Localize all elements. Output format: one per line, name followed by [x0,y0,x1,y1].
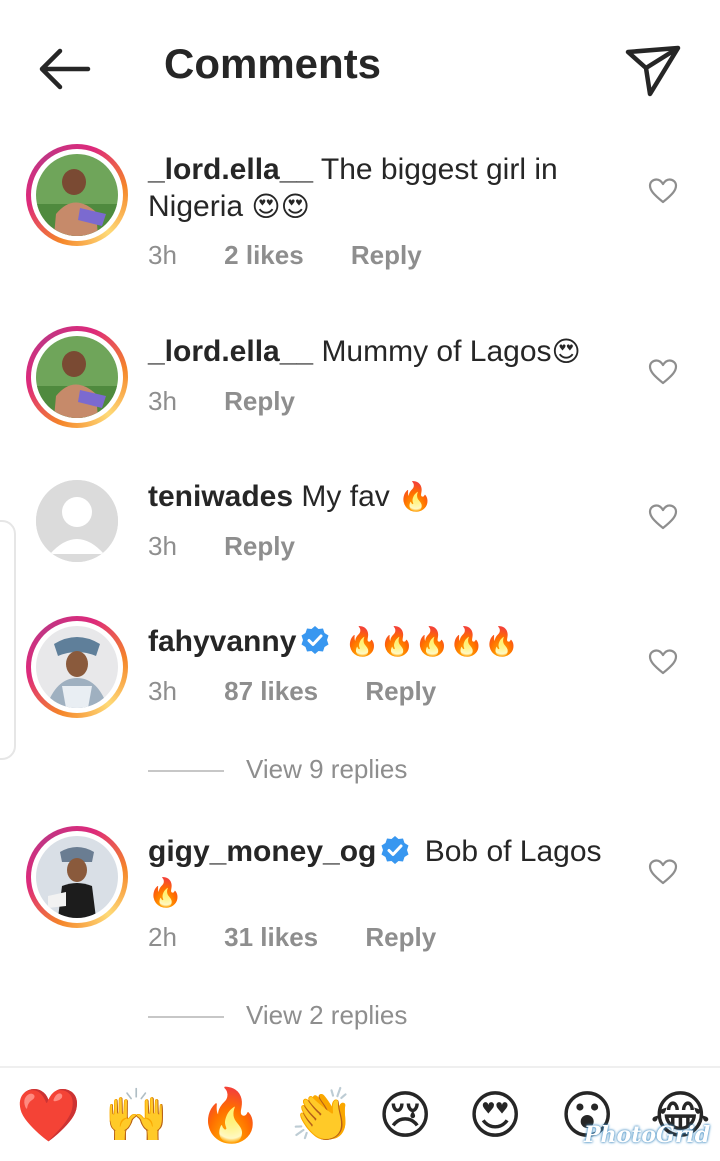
reply-button[interactable]: Reply [365,676,436,706]
view-replies-button[interactable]: View 9 replies [148,754,407,785]
avatar[interactable] [36,480,118,562]
edge-panel-handle[interactable] [0,520,16,760]
paper-plane-icon [625,45,681,97]
reply-button[interactable]: Reply [224,531,295,561]
divider-line [148,1016,224,1019]
arrow-left-icon [39,48,91,90]
emoji-fire-button[interactable]: 🔥 [198,1086,263,1146]
header-bar: Comments [0,0,720,140]
heart-outline-icon [648,859,678,885]
like-button[interactable] [648,177,678,205]
verified-badge-icon [380,835,410,874]
like-button[interactable] [648,503,678,531]
comment-likes[interactable]: 2 likes [224,240,304,270]
comment-text: Bob of Lagos [424,835,602,868]
comment-time: 3h [148,240,177,270]
emoji-raised-hands-button[interactable]: 🙌 [104,1086,169,1146]
comment-emoji: 🔥🔥🔥🔥🔥 [344,625,520,658]
view-replies-button[interactable]: View 2 replies [148,1000,407,1031]
avatar[interactable] [26,326,128,428]
comment-time: 3h [148,386,177,416]
comment-emoji: 🔥 [398,480,433,513]
comment-time: 3h [148,676,177,706]
comment-time: 2h [148,922,177,952]
comment-username[interactable]: fahyvanny [148,625,296,658]
comment-time: 3h [148,531,177,561]
comment-username[interactable]: gigy_money_og [148,835,376,868]
comment-likes[interactable]: 87 likes [224,676,318,706]
page-title: Comments [164,40,382,87]
divider-line [148,770,224,773]
comment-username[interactable]: teniwades [148,480,293,513]
photogrid-watermark: PhotoGrid [584,1122,711,1148]
heart-outline-icon [648,359,678,385]
like-button[interactable] [648,858,678,886]
default-user-icon [36,480,118,562]
comment-emoji: 😍😍 [251,190,310,223]
comment-text: My fav [301,480,390,513]
reply-button[interactable]: Reply [365,922,436,952]
avatar-photo-icon [36,836,118,918]
heart-outline-icon [648,649,678,675]
view-replies-label: View 9 replies [246,754,408,784]
emoji-clap-button[interactable]: 👏 [290,1086,355,1146]
comment-emoji: 🔥 [148,876,183,909]
reply-button[interactable]: Reply [351,240,422,270]
back-button[interactable] [34,44,94,94]
comment-likes[interactable]: 31 likes [224,922,318,952]
comment-username[interactable]: _lord.ella__ [148,153,313,186]
avatar[interactable] [26,826,128,928]
comment-emoji: 😍 [551,335,581,368]
verified-badge-icon [300,625,330,664]
heart-outline-icon [648,178,678,204]
comment-username[interactable]: _lord.ella__ [148,335,313,368]
heart-outline-icon [648,504,678,530]
view-replies-label: View 2 replies [246,1000,408,1030]
share-button[interactable] [622,40,684,100]
comment-text: Mummy of Lagos [321,335,552,368]
avatar-photo-icon [36,336,118,418]
avatar-photo-icon [36,154,118,236]
avatar[interactable] [26,144,128,246]
avatar-photo-icon [36,626,118,708]
avatar[interactable] [26,616,128,718]
like-button[interactable] [648,358,678,386]
like-button[interactable] [648,648,678,676]
reply-button[interactable]: Reply [224,386,295,416]
emoji-heart-eyes-button[interactable]: 😍 [468,1086,522,1146]
emoji-heart-button[interactable]: ❤️ [16,1086,81,1146]
emoji-crying-button[interactable]: 😢 [378,1086,432,1146]
